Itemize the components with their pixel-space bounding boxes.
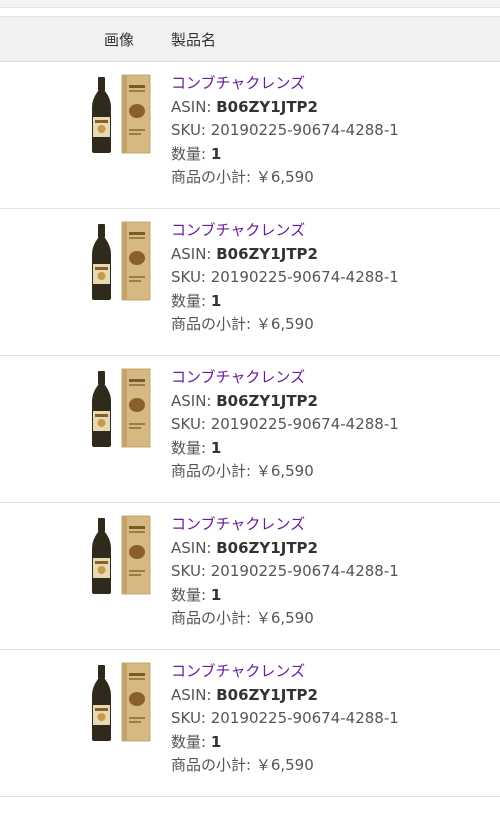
sku-line: SKU: 20190225-90674-4288-1 <box>171 707 491 731</box>
sku-label: SKU: <box>171 268 211 286</box>
quantity-line: 数量: 1 <box>171 143 491 167</box>
sku-line: SKU: 20190225-90674-4288-1 <box>171 119 491 143</box>
product-name-link[interactable]: コンブチャクレンズ <box>171 221 305 239</box>
sku-label: SKU: <box>171 709 211 727</box>
sku-value: 20190225-90674-4288-1 <box>210 709 399 727</box>
product-name-link[interactable]: コンブチャクレンズ <box>171 662 305 680</box>
top-divider <box>0 0 500 8</box>
asin-value: B06ZY1JTP2 <box>216 538 318 557</box>
sku-label: SKU: <box>171 415 211 433</box>
product-image[interactable] <box>86 220 152 302</box>
asin-label: ASIN: <box>171 244 217 263</box>
product-image[interactable] <box>86 367 152 449</box>
quantity-value: 1 <box>210 144 222 163</box>
sku-value: 20190225-90674-4288-1 <box>210 562 399 580</box>
quantity-value: 1 <box>210 438 222 457</box>
quantity-label: 数量: <box>171 291 211 310</box>
subtotal-label: 商品の小計: <box>171 462 256 480</box>
quantity-line: 数量: 1 <box>171 290 491 314</box>
product-name-link[interactable]: コンブチャクレンズ <box>171 74 305 92</box>
sku-line: SKU: 20190225-90674-4288-1 <box>171 413 491 437</box>
sku-line: SKU: 20190225-90674-4288-1 <box>171 266 491 290</box>
sku-value: 20190225-90674-4288-1 <box>210 268 399 286</box>
quantity-line: 数量: 1 <box>171 731 491 755</box>
quantity-label: 数量: <box>171 144 211 163</box>
sku-label: SKU: <box>171 121 211 139</box>
subtotal-line: 商品の小計: ￥6,590 <box>171 607 491 631</box>
asin-line: ASIN: B06ZY1JTP2 <box>171 390 491 414</box>
table-header: 画像 製品名 <box>0 16 500 62</box>
subtotal-line: 商品の小計: ￥6,590 <box>171 166 491 190</box>
asin-label: ASIN: <box>171 97 217 116</box>
subtotal-value: ￥6,590 <box>255 462 314 480</box>
subtotal-value: ￥6,590 <box>255 756 314 774</box>
quantity-label: 数量: <box>171 732 211 751</box>
subtotal-label: 商品の小計: <box>171 609 256 627</box>
table-row: コンブチャクレンズ ASIN: B06ZY1JTP2 SKU: 20190225… <box>0 503 500 650</box>
sku-label: SKU: <box>171 562 211 580</box>
asin-value: B06ZY1JTP2 <box>216 244 318 263</box>
quantity-label: 数量: <box>171 585 211 604</box>
asin-value: B06ZY1JTP2 <box>216 685 318 704</box>
asin-label: ASIN: <box>171 538 217 557</box>
image-column-header: 画像 <box>104 31 135 49</box>
product-name-column-header: 製品名 <box>171 31 217 49</box>
subtotal-value: ￥6,590 <box>255 168 314 186</box>
subtotal-line: 商品の小計: ￥6,590 <box>171 754 491 778</box>
subtotal-line: 商品の小計: ￥6,590 <box>171 313 491 337</box>
sku-line: SKU: 20190225-90674-4288-1 <box>171 560 491 584</box>
quantity-value: 1 <box>210 585 222 604</box>
subtotal-label: 商品の小計: <box>171 168 256 186</box>
asin-line: ASIN: B06ZY1JTP2 <box>171 243 491 267</box>
asin-line: ASIN: B06ZY1JTP2 <box>171 96 491 120</box>
table-row: コンブチャクレンズ ASIN: B06ZY1JTP2 SKU: 20190225… <box>0 650 500 797</box>
asin-value: B06ZY1JTP2 <box>216 391 318 410</box>
subtotal-value: ￥6,590 <box>255 609 314 627</box>
quantity-value: 1 <box>210 291 222 310</box>
table-row: コンブチャクレンズ ASIN: B06ZY1JTP2 SKU: 20190225… <box>0 62 500 209</box>
quantity-line: 数量: 1 <box>171 437 491 461</box>
asin-label: ASIN: <box>171 391 217 410</box>
product-image[interactable] <box>86 661 152 743</box>
quantity-line: 数量: 1 <box>171 584 491 608</box>
product-name-link[interactable]: コンブチャクレンズ <box>171 368 305 386</box>
asin-line: ASIN: B06ZY1JTP2 <box>171 684 491 708</box>
table-row: コンブチャクレンズ ASIN: B06ZY1JTP2 SKU: 20190225… <box>0 356 500 503</box>
product-image[interactable] <box>86 73 152 155</box>
order-items-list: コンブチャクレンズ ASIN: B06ZY1JTP2 SKU: 20190225… <box>0 62 500 797</box>
subtotal-value: ￥6,590 <box>255 315 314 333</box>
quantity-label: 数量: <box>171 438 211 457</box>
asin-label: ASIN: <box>171 685 217 704</box>
quantity-value: 1 <box>210 732 222 751</box>
product-image[interactable] <box>86 514 152 596</box>
subtotal-label: 商品の小計: <box>171 315 256 333</box>
sku-value: 20190225-90674-4288-1 <box>210 121 399 139</box>
sku-value: 20190225-90674-4288-1 <box>210 415 399 433</box>
table-row: コンブチャクレンズ ASIN: B06ZY1JTP2 SKU: 20190225… <box>0 209 500 356</box>
asin-value: B06ZY1JTP2 <box>216 97 318 116</box>
product-name-link[interactable]: コンブチャクレンズ <box>171 515 305 533</box>
asin-line: ASIN: B06ZY1JTP2 <box>171 537 491 561</box>
subtotal-label: 商品の小計: <box>171 756 256 774</box>
subtotal-line: 商品の小計: ￥6,590 <box>171 460 491 484</box>
